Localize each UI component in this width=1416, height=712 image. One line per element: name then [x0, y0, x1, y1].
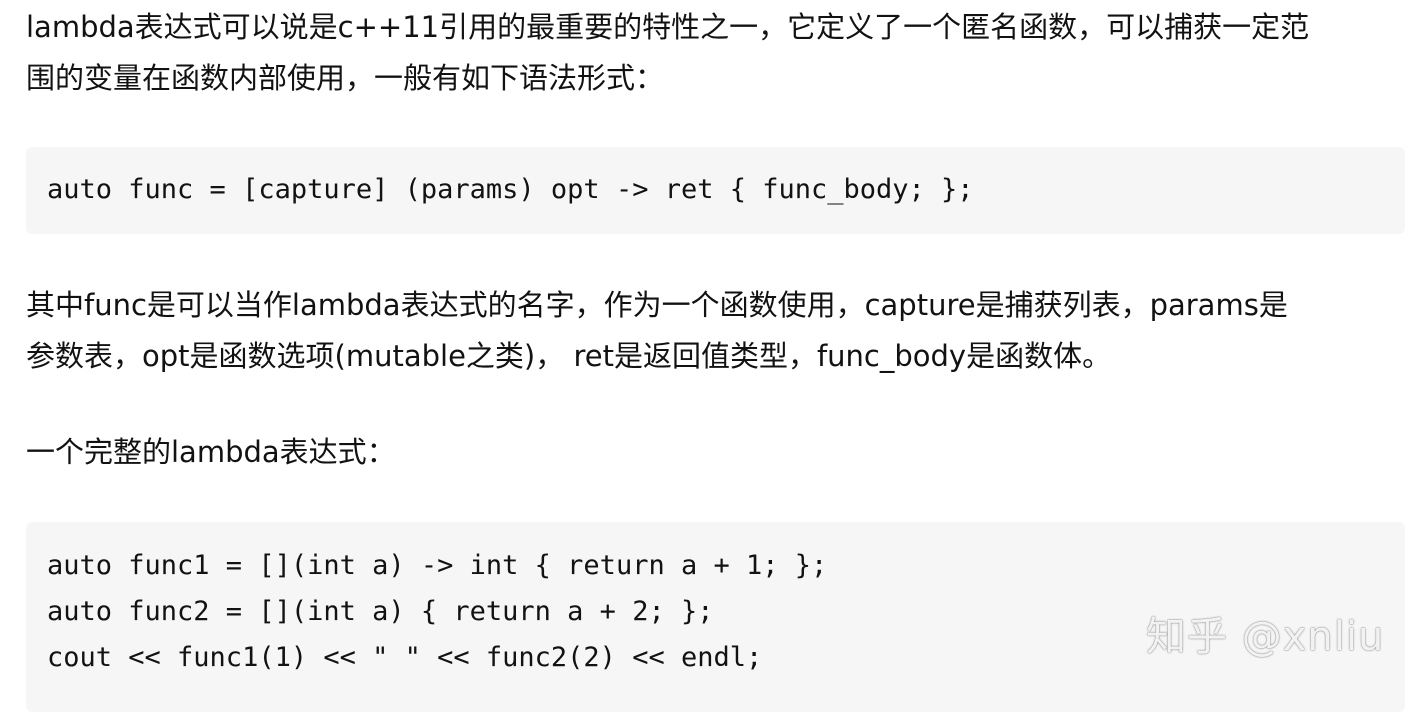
example-code-line-1: auto func1 = [](int a) -> int { return a… — [47, 550, 828, 581]
syntax-code-block: auto func = [capture] (params) opt -> re… — [26, 147, 1405, 234]
zhihu-watermark: 知乎 @xnliu — [1146, 614, 1385, 660]
syntax-code-line: auto func = [capture] (params) opt -> re… — [47, 174, 974, 205]
intro-paragraph: lambda表达式可以说是c++11引用的最重要的特性之一，它定义了一个匿名函数… — [26, 2, 1309, 104]
explanation-paragraph: 其中func是可以当作lambda表达式的名字，作为一个函数使用，capture… — [26, 280, 1288, 382]
explanation-line-2: 参数表，opt是函数选项(mutable之类)， ret是返回值类型，func_… — [26, 339, 1112, 373]
intro-line-1: lambda表达式可以说是c++11引用的最重要的特性之一，它定义了一个匿名函数… — [26, 10, 1310, 44]
intro-line-2: 围的变量在函数内部使用，一般有如下语法形式： — [26, 61, 665, 95]
example-heading: 一个完整的lambda表达式： — [26, 435, 396, 469]
explanation-line-1: 其中func是可以当作lambda表达式的名字，作为一个函数使用，capture… — [26, 288, 1288, 322]
